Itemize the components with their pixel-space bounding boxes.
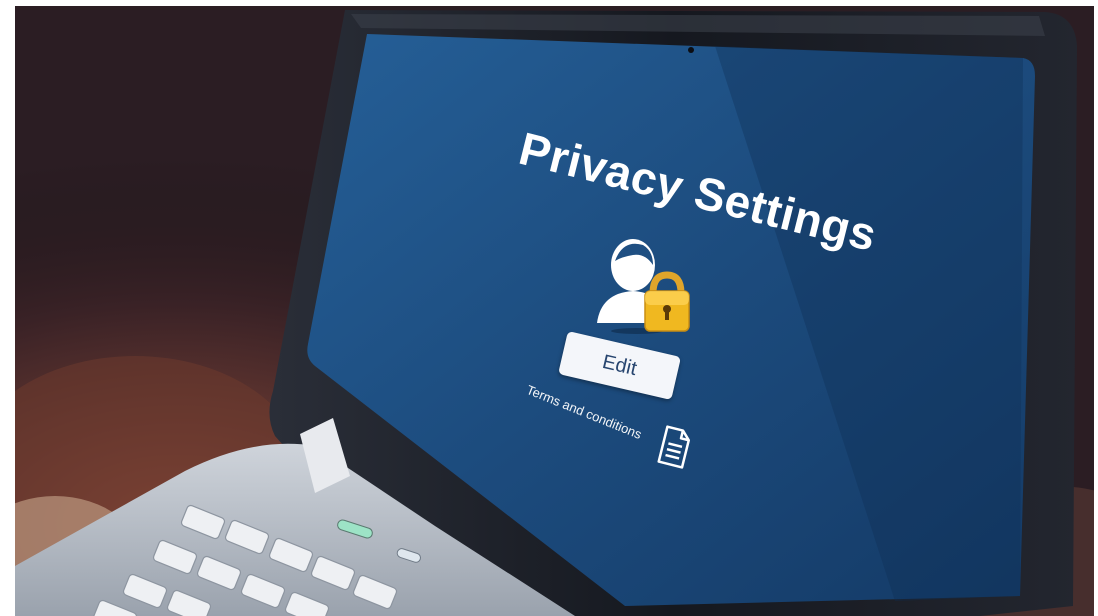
webcam	[688, 47, 694, 53]
photo-frame: Privacy Settings Edit Terms and conditio…	[0, 0, 1098, 616]
user-icon	[597, 239, 690, 334]
laptop-photo: Privacy Settings Edit Terms and conditio…	[15, 6, 1094, 616]
laptop-scene	[15, 6, 1094, 616]
user-lock-graphic	[593, 231, 693, 341]
padlock-icon	[644, 271, 690, 332]
